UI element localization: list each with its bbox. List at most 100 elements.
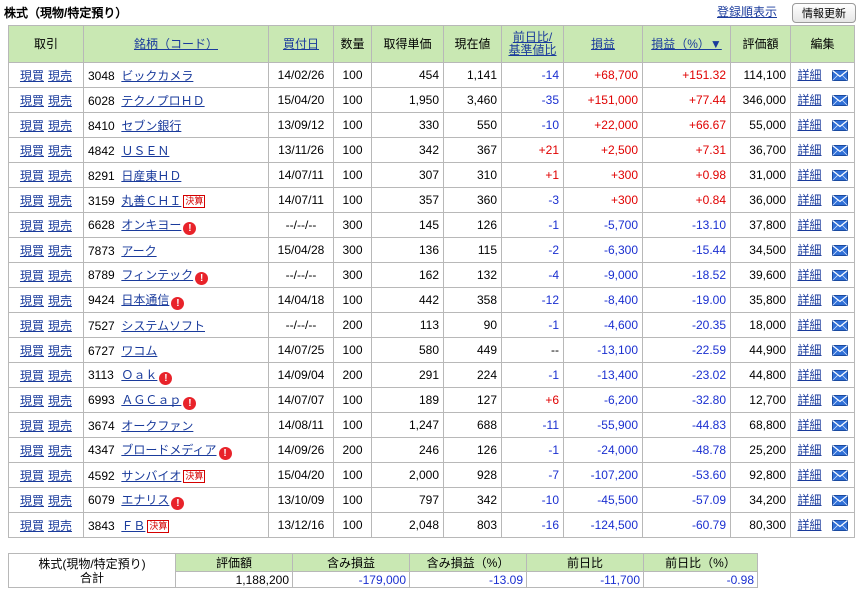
- col-name[interactable]: 銘柄（コード）: [83, 25, 269, 63]
- buy-link[interactable]: 現買: [20, 244, 44, 258]
- buy-link[interactable]: 現買: [20, 94, 44, 108]
- sell-link[interactable]: 現売: [48, 344, 72, 358]
- sort-by-pl-link[interactable]: 損益: [591, 37, 615, 51]
- mail-icon[interactable]: [831, 495, 848, 509]
- alert-icon[interactable]: !: [218, 446, 232, 460]
- detail-link[interactable]: 詳細: [797, 468, 821, 482]
- buy-link[interactable]: 現買: [20, 219, 44, 233]
- detail-link[interactable]: 詳細: [797, 268, 821, 282]
- stock-name-link[interactable]: オークファン: [121, 419, 193, 433]
- buy-link[interactable]: 現買: [20, 369, 44, 383]
- detail-link[interactable]: 詳細: [797, 343, 821, 357]
- stock-name-link[interactable]: ＡＧＣａｐ: [121, 393, 181, 407]
- buy-link[interactable]: 現買: [20, 394, 44, 408]
- mail-icon[interactable]: [831, 520, 848, 534]
- detail-link[interactable]: 詳細: [797, 168, 821, 182]
- stock-name-link[interactable]: テクノプロＨＤ: [121, 94, 204, 108]
- sell-link[interactable]: 現売: [48, 419, 72, 433]
- sort-by-name-link[interactable]: 銘柄（コード）: [134, 37, 218, 51]
- stock-name-link[interactable]: システムソフト: [121, 319, 205, 333]
- stock-name-link[interactable]: 日本通信: [121, 293, 169, 307]
- stock-name-link[interactable]: ビックカメラ: [121, 69, 193, 83]
- col-change[interactable]: 前日比/基準値比: [501, 25, 564, 63]
- alert-icon[interactable]: !: [159, 371, 173, 385]
- detail-link[interactable]: 詳細: [797, 143, 821, 157]
- buy-link[interactable]: 現買: [20, 144, 44, 158]
- stock-name-link[interactable]: ワコム: [121, 344, 157, 358]
- mail-icon[interactable]: [831, 470, 848, 484]
- sort-by-date-link[interactable]: 買付日: [283, 37, 319, 51]
- mail-icon[interactable]: [831, 395, 848, 409]
- sell-link[interactable]: 現売: [48, 94, 72, 108]
- sell-link[interactable]: 現売: [48, 244, 72, 258]
- detail-link[interactable]: 詳細: [797, 118, 821, 132]
- mail-icon[interactable]: [831, 345, 848, 359]
- buy-link[interactable]: 現買: [20, 319, 44, 333]
- detail-link[interactable]: 詳細: [797, 393, 821, 407]
- mail-icon[interactable]: [831, 220, 848, 234]
- refresh-button[interactable]: 情報更新: [792, 3, 856, 23]
- sell-link[interactable]: 現売: [48, 469, 72, 483]
- col-pl[interactable]: 損益: [563, 25, 643, 63]
- buy-link[interactable]: 現買: [20, 494, 44, 508]
- earnings-badge[interactable]: 決算: [183, 469, 206, 483]
- mail-icon[interactable]: [831, 320, 848, 334]
- sell-link[interactable]: 現売: [48, 169, 72, 183]
- mail-icon[interactable]: [831, 95, 848, 109]
- buy-link[interactable]: 現買: [20, 69, 44, 83]
- sort-by-change-link[interactable]: 前日比/基準値比: [508, 30, 556, 57]
- buy-link[interactable]: 現買: [20, 294, 44, 308]
- detail-link[interactable]: 詳細: [797, 493, 821, 507]
- mail-icon[interactable]: [831, 145, 848, 159]
- sell-link[interactable]: 現売: [48, 69, 72, 83]
- detail-link[interactable]: 詳細: [797, 93, 821, 107]
- sort-by-plpct-link[interactable]: 損益（%）▼: [651, 37, 722, 51]
- sell-link[interactable]: 現売: [48, 519, 72, 533]
- sell-link[interactable]: 現売: [48, 444, 72, 458]
- mail-icon[interactable]: [831, 245, 848, 259]
- sell-link[interactable]: 現売: [48, 219, 72, 233]
- stock-name-link[interactable]: セブン銀行: [121, 119, 181, 133]
- detail-link[interactable]: 詳細: [797, 443, 821, 457]
- alert-icon[interactable]: !: [183, 221, 197, 235]
- mail-icon[interactable]: [831, 170, 848, 184]
- sell-link[interactable]: 現売: [48, 144, 72, 158]
- stock-name-link[interactable]: 日産東ＨＤ: [121, 169, 181, 183]
- buy-link[interactable]: 現買: [20, 444, 44, 458]
- mail-icon[interactable]: [831, 445, 848, 459]
- mail-icon[interactable]: [831, 370, 848, 384]
- alert-icon[interactable]: !: [195, 271, 209, 285]
- sell-link[interactable]: 現売: [48, 269, 72, 283]
- stock-name-link[interactable]: 丸善ＣＨＩ: [121, 194, 181, 208]
- sell-link[interactable]: 現売: [48, 394, 72, 408]
- sell-link[interactable]: 現売: [48, 369, 72, 383]
- detail-link[interactable]: 詳細: [797, 293, 821, 307]
- buy-link[interactable]: 現買: [20, 469, 44, 483]
- stock-name-link[interactable]: アーク: [121, 244, 156, 258]
- mail-icon[interactable]: [831, 195, 848, 209]
- detail-link[interactable]: 詳細: [797, 318, 821, 332]
- stock-name-link[interactable]: サンバイオ: [121, 469, 181, 483]
- buy-link[interactable]: 現買: [20, 519, 44, 533]
- detail-link[interactable]: 詳細: [797, 418, 821, 432]
- detail-link[interactable]: 詳細: [797, 193, 821, 207]
- stock-name-link[interactable]: オンキヨー: [121, 218, 181, 232]
- col-plpct[interactable]: 損益（%）▼: [642, 25, 731, 63]
- buy-link[interactable]: 現買: [20, 419, 44, 433]
- buy-link[interactable]: 現買: [20, 119, 44, 133]
- buy-link[interactable]: 現買: [20, 269, 44, 283]
- registration-order-link[interactable]: 登録順表示: [717, 3, 777, 20]
- detail-link[interactable]: 詳細: [797, 218, 821, 232]
- alert-icon[interactable]: !: [171, 296, 185, 310]
- sell-link[interactable]: 現売: [48, 494, 72, 508]
- stock-name-link[interactable]: ＦＢ: [121, 519, 145, 533]
- stock-name-link[interactable]: ブロードメディア: [121, 443, 216, 457]
- col-date[interactable]: 買付日: [268, 25, 334, 63]
- detail-link[interactable]: 詳細: [797, 68, 821, 82]
- stock-name-link[interactable]: フィンテック: [121, 268, 193, 282]
- stock-name-link[interactable]: ＵＳＥＮ: [121, 144, 169, 158]
- sell-link[interactable]: 現売: [48, 119, 72, 133]
- detail-link[interactable]: 詳細: [797, 518, 821, 532]
- buy-link[interactable]: 現買: [20, 194, 44, 208]
- stock-name-link[interactable]: Ｏａｋ: [121, 368, 157, 382]
